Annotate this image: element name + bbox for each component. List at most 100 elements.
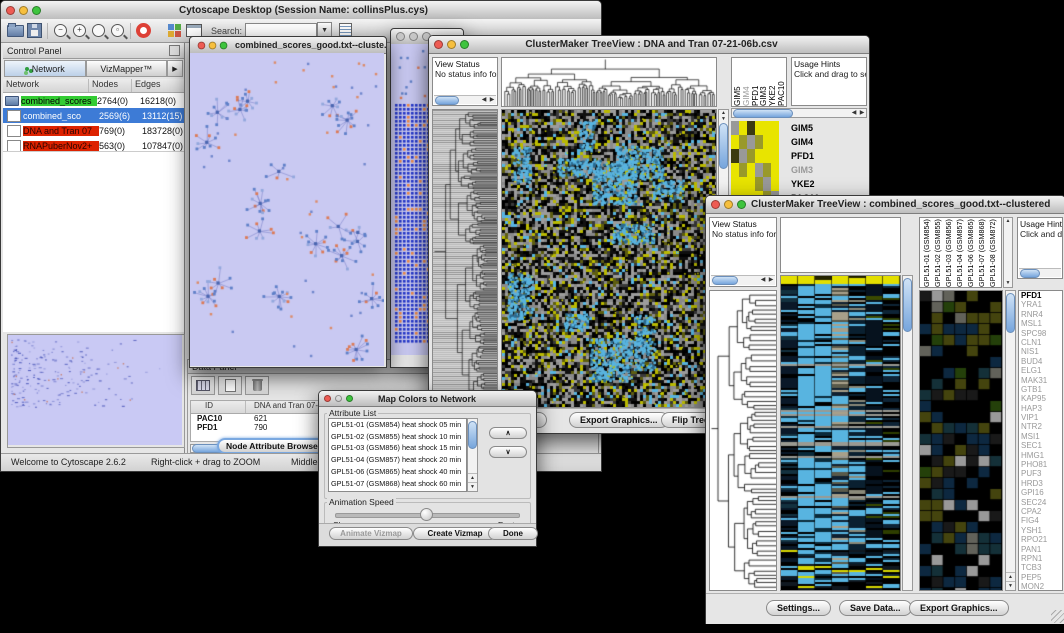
matrix-cell[interactable] bbox=[739, 135, 747, 149]
dialog-button-animate-vizmap[interactable]: Animate Vizmap bbox=[329, 527, 413, 540]
zoom-button[interactable] bbox=[737, 200, 746, 209]
dialog-titlebar[interactable]: Map Colors to Network bbox=[319, 391, 536, 407]
matrix-cell[interactable] bbox=[739, 163, 747, 177]
speed-slider-thumb[interactable] bbox=[420, 508, 433, 521]
matrix-cell[interactable] bbox=[739, 149, 747, 163]
network-list-row[interactable]: DNA and Tran 07769(0)183728(0) bbox=[3, 123, 184, 138]
network-list-row[interactable]: combined_scores2764(0)16218(0) bbox=[3, 93, 184, 108]
matrix-cell[interactable] bbox=[763, 149, 771, 163]
matrix-cell[interactable] bbox=[763, 135, 771, 149]
delete-attribute-button[interactable] bbox=[245, 376, 269, 395]
scrollbar-thumb[interactable] bbox=[719, 123, 728, 169]
close-button[interactable] bbox=[6, 6, 15, 15]
treeview1-titlebar[interactable]: ClusterMaker TreeView : DNA and Tran 07-… bbox=[429, 36, 869, 54]
vizmapper-button[interactable] bbox=[165, 22, 184, 40]
scrollbar-thumb[interactable] bbox=[468, 421, 477, 449]
matrix-cell[interactable] bbox=[747, 149, 755, 163]
move-down-button[interactable]: ∨ bbox=[489, 446, 527, 458]
scroll-up-icon[interactable]: ▲ bbox=[1004, 218, 1012, 225]
tv1-status-scrollbar[interactable]: ◀ ▶ bbox=[434, 95, 496, 104]
tv2-hints-scrollbar[interactable] bbox=[1019, 268, 1061, 277]
zoom-button[interactable] bbox=[460, 40, 469, 49]
scroll-right-icon[interactable]: ▶ bbox=[488, 97, 496, 104]
zoom-heatmap-canvas[interactable] bbox=[920, 291, 1002, 590]
network-canvas-1[interactable] bbox=[190, 53, 384, 366]
minimize-button[interactable] bbox=[447, 40, 456, 49]
row-dendrogram-canvas[interactable] bbox=[710, 291, 776, 590]
scroll-down-icon[interactable]: ▼ bbox=[468, 482, 477, 491]
select-attributes-button[interactable] bbox=[191, 376, 215, 395]
heatmap-canvas[interactable] bbox=[502, 110, 716, 407]
close-button[interactable] bbox=[324, 395, 331, 402]
birdseye-view[interactable] bbox=[7, 334, 185, 448]
matrix-cell[interactable] bbox=[771, 121, 779, 135]
attribute-list-scrollbar[interactable]: ▲ ▼ bbox=[467, 418, 478, 492]
heatmap-canvas[interactable] bbox=[781, 276, 900, 590]
attribute-list-item[interactable]: GPL51-04 (GSM857) heat shock 20 min bbox=[329, 454, 466, 466]
row-dendrogram-canvas[interactable] bbox=[433, 110, 497, 407]
save-session-button[interactable] bbox=[25, 22, 44, 40]
matrix-cell[interactable] bbox=[739, 177, 747, 191]
tv2-rowlabel-scrollbar[interactable]: ▲ ▼ bbox=[1005, 290, 1016, 591]
tv1-column-dendrogram[interactable] bbox=[501, 57, 717, 107]
matrix-cell[interactable] bbox=[755, 121, 763, 135]
column-dendrogram-canvas[interactable] bbox=[502, 58, 716, 106]
zoom-button[interactable] bbox=[220, 41, 228, 49]
network-window-1-titlebar[interactable]: combined_scores_good.txt--cluste... bbox=[190, 37, 386, 54]
attribute-list-item[interactable]: GPL51-03 (GSM856) heat shock 15 min bbox=[329, 442, 466, 454]
matrix-cell[interactable] bbox=[755, 135, 763, 149]
tv2-heatmap[interactable] bbox=[780, 275, 901, 591]
matrix-cell[interactable] bbox=[771, 177, 779, 191]
scroll-up-icon[interactable]: ▲ bbox=[468, 473, 477, 482]
tv2-button-export-graphics-[interactable]: Export Graphics... bbox=[909, 600, 1009, 616]
scroll-down-icon[interactable]: ▼ bbox=[719, 116, 728, 122]
scroll-down-icon[interactable]: ▼ bbox=[1004, 280, 1012, 287]
tv2-status-scrollbar[interactable]: ◀ ▶ bbox=[711, 275, 775, 285]
tv1-hscrollbar[interactable]: ◀ ▶ bbox=[731, 108, 867, 118]
matrix-cell[interactable] bbox=[763, 177, 771, 191]
matrix-cell[interactable] bbox=[771, 135, 779, 149]
scrollbar-thumb[interactable] bbox=[1006, 293, 1015, 333]
matrix-cell[interactable] bbox=[771, 163, 779, 177]
attribute-list-item[interactable]: GPL51-02 (GSM855) heat shock 10 min bbox=[329, 431, 466, 443]
create-attribute-button[interactable] bbox=[218, 376, 242, 395]
scroll-right-icon[interactable]: ▶ bbox=[858, 110, 866, 117]
close-button[interactable] bbox=[434, 40, 443, 49]
minimize-button[interactable] bbox=[409, 32, 418, 41]
matrix-cell[interactable] bbox=[739, 121, 747, 135]
tv2-vscrollbar[interactable] bbox=[902, 275, 913, 591]
resize-grip[interactable] bbox=[1051, 610, 1064, 623]
matrix-cell[interactable] bbox=[755, 149, 763, 163]
network-list-row[interactable]: combined_sco2569(6)13112(15) bbox=[3, 108, 184, 123]
matrix-cell[interactable] bbox=[771, 149, 779, 163]
zoom-fit-button[interactable] bbox=[89, 22, 108, 40]
zoom-button[interactable] bbox=[346, 395, 353, 402]
tv2-button-settings-[interactable]: Settings... bbox=[766, 600, 831, 616]
dialog-button-create-vizmap[interactable]: Create Vizmap bbox=[413, 527, 497, 540]
matrix-cell[interactable] bbox=[731, 163, 739, 177]
tv2-button-save-data-[interactable]: Save Data... bbox=[839, 600, 912, 616]
tab-overflow-button[interactable]: ▶ bbox=[167, 60, 183, 77]
tab-network[interactable]: Network bbox=[4, 60, 86, 77]
matrix-cell[interactable] bbox=[731, 121, 739, 135]
matrix-cell[interactable] bbox=[731, 177, 739, 191]
matrix-cell[interactable] bbox=[763, 121, 771, 135]
tv1-zoom-heatmap[interactable] bbox=[731, 121, 779, 205]
minimize-button[interactable] bbox=[335, 395, 342, 402]
close-button[interactable] bbox=[198, 41, 206, 49]
attribute-list-item[interactable]: GPL51-01 (GSM854) heat shock 05 min bbox=[329, 419, 466, 431]
matrix-cell[interactable] bbox=[755, 163, 763, 177]
close-button[interactable] bbox=[396, 32, 405, 41]
scroll-right-icon[interactable]: ▶ bbox=[767, 277, 775, 284]
matrix-cell[interactable] bbox=[747, 177, 755, 191]
tv1-button-export-graphics-[interactable]: Export Graphics... bbox=[569, 412, 669, 428]
treeview2-titlebar[interactable]: ClusterMaker TreeView : combined_scores_… bbox=[706, 196, 1064, 214]
tv2-collabel-scrollbar[interactable]: ▲ ▼ bbox=[1003, 217, 1013, 288]
scroll-left-icon[interactable]: ◀ bbox=[759, 277, 767, 284]
zoom-out-button[interactable]: − bbox=[51, 22, 70, 40]
attribute-listbox[interactable]: GPL51-01 (GSM854) heat shock 05 minGPL51… bbox=[328, 418, 467, 492]
move-up-button[interactable]: ∧ bbox=[489, 427, 527, 439]
matrix-cell[interactable] bbox=[731, 149, 739, 163]
minimize-button[interactable] bbox=[724, 200, 733, 209]
cytoscape-titlebar[interactable]: Cytoscape Desktop (Session Name: collins… bbox=[1, 1, 601, 20]
